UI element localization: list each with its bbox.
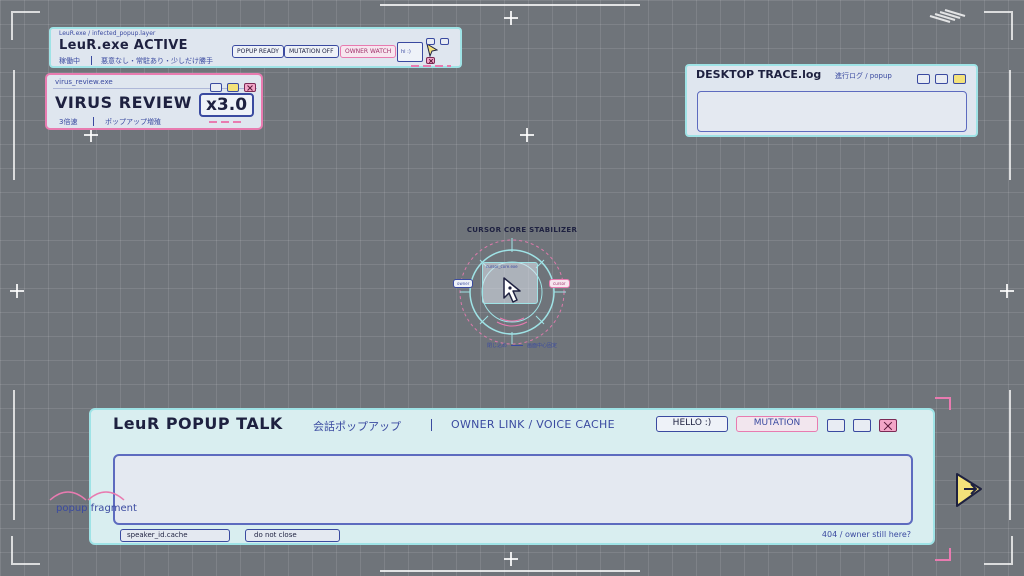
talk-title: LeuR POPUP TALK: [113, 414, 283, 433]
close-button[interactable]: [244, 83, 257, 92]
subtitle: 悪意なし・常駐あり・少しだけ勝手: [101, 57, 213, 65]
maximize-button[interactable]: [935, 74, 949, 84]
mutation-button[interactable]: MUTATION: [736, 416, 818, 432]
fragment-arcs: [49, 491, 125, 501]
crosshair-mark: [504, 552, 518, 566]
owner-watch-badge[interactable]: OWNER WATCH: [340, 45, 397, 58]
window-controls: [426, 30, 460, 68]
crosshair-mark: [84, 128, 98, 142]
divider: [91, 56, 92, 65]
mouse-pointer-icon: [503, 277, 521, 303]
close-button[interactable]: [953, 74, 967, 84]
cursor-arrow-icon[interactable]: [955, 472, 983, 508]
talk-subtitle: 会話ポップアップ: [313, 420, 401, 433]
speaker-id-tag[interactable]: speaker_id.cache: [120, 529, 230, 542]
minimize-button[interactable]: [917, 74, 930, 84]
right-caption: 画面中心固定: [527, 343, 558, 349]
cursor-core-title: CURSOR CORE STABILIZER: [466, 226, 578, 234]
speed-label: 3倍速: [59, 118, 78, 126]
window-path: virus_review.exe: [55, 78, 113, 86]
accent-dashes: [411, 65, 451, 67]
window-title: DESKTOP TRACE.log: [696, 68, 822, 81]
sub-label: ポップアップ増殖: [105, 118, 161, 126]
minimize-button[interactable]: [827, 419, 845, 432]
mini-popup-label: hi :): [401, 49, 411, 55]
window-path: LeuR.exe / infected_popup.layer: [59, 30, 156, 37]
close-button[interactable]: [426, 57, 435, 64]
crosshair-mark: [504, 11, 518, 25]
crosshair-mark: [1000, 284, 1014, 298]
close-button[interactable]: [879, 419, 898, 432]
trace-log-area[interactable]: [697, 91, 967, 132]
footer-text: 404 / owner still here?: [821, 530, 911, 539]
talk-message-area[interactable]: [113, 454, 913, 525]
desktop-trace-window[interactable]: DESKTOP TRACE.log 進行ログ / popup: [685, 64, 978, 137]
mini-popup: hi :): [397, 42, 423, 62]
minimize-button[interactable]: [210, 83, 222, 92]
crosshair-mark: [10, 284, 24, 298]
left-caption: 閉じ込め: [487, 343, 508, 349]
mini-window-title: cursor_core.exe: [486, 264, 518, 269]
divider: [93, 117, 94, 126]
active-window[interactable]: LeuR.exe / infected_popup.layer LeuR.exe…: [49, 27, 462, 68]
speed-display[interactable]: x3.0: [199, 93, 254, 117]
minimize-button[interactable]: [426, 38, 435, 45]
status-label: 稼働中: [59, 57, 80, 65]
do-not-close-tag[interactable]: do not close: [245, 529, 340, 542]
mutation-off-badge[interactable]: MUTATION OFF: [284, 45, 339, 58]
popup-ready-badge[interactable]: POPUP READY: [232, 45, 284, 58]
window-subtitle: 進行ログ / popup: [835, 72, 892, 80]
window-title: VIRUS REVIEW: [55, 93, 192, 112]
virus-review-window[interactable]: virus_review.exe VIRUS REVIEW x3.0 3倍速 ポ…: [45, 73, 263, 130]
window-controls: [827, 417, 898, 436]
maximize-button[interactable]: [227, 83, 240, 92]
popup-fragment-label: popup fragment: [56, 503, 137, 514]
popup-talk-window[interactable]: LeuR POPUP TALK 会話ポップアップ OWNER LINK / VO…: [89, 408, 935, 545]
window-title: LeuR.exe ACTIVE: [59, 38, 188, 53]
hello-button[interactable]: HELLO :): [656, 416, 728, 432]
crosshair-mark: [520, 128, 534, 142]
owner-tag: owner: [453, 279, 474, 288]
maximize-button[interactable]: [440, 38, 450, 45]
owner-link-text: OWNER LINK / VOICE CACHE: [451, 418, 615, 431]
cursor-tag: cursor: [549, 279, 570, 288]
divider: [431, 419, 432, 431]
maximize-button[interactable]: [853, 419, 872, 432]
divider: [511, 345, 523, 346]
accent-dashes: [209, 121, 245, 123]
window-controls: [917, 69, 967, 88]
